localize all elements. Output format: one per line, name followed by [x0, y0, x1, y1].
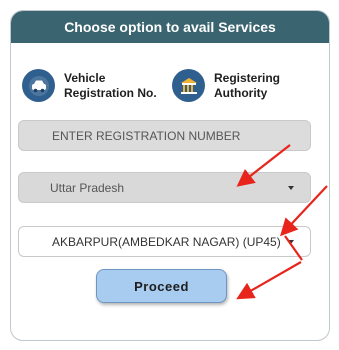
proceed-button-label: Proceed: [134, 278, 189, 294]
service-options: Vehicle Registration No. Registering Aut…: [11, 69, 329, 109]
proceed-button[interactable]: Proceed: [96, 269, 227, 303]
registration-number-input[interactable]: ENTER REGISTRATION NUMBER: [18, 120, 311, 151]
option-authority-line1: Registering: [214, 70, 281, 85]
rto-select[interactable]: AKBARPUR(AMBEDKAR NAGAR) (UP45): [18, 226, 311, 257]
option-authority-line2: Authority: [214, 85, 268, 100]
option-vehicle-registration[interactable]: Vehicle Registration No.: [22, 69, 157, 102]
card-title: Choose option to avail Services: [64, 19, 276, 35]
car-icon: [22, 69, 55, 102]
registration-number-placeholder: ENTER REGISTRATION NUMBER: [52, 128, 241, 143]
chevron-down-icon: [288, 240, 294, 244]
option-vehicle-line2: Registration No.: [64, 85, 157, 100]
rto-select-value: AKBARPUR(AMBEDKAR NAGAR) (UP45): [52, 234, 281, 249]
option-vehicle-line1: Vehicle: [64, 70, 106, 85]
option-registering-authority[interactable]: Registering Authority: [172, 69, 280, 102]
building-icon: [172, 69, 205, 102]
chevron-down-icon: [288, 186, 294, 190]
state-select-value: Uttar Pradesh: [50, 180, 125, 195]
option-vehicle-label: Vehicle Registration No.: [64, 71, 157, 101]
card-header: Choose option to avail Services: [11, 11, 329, 43]
option-authority-label: Registering Authority: [214, 71, 280, 101]
state-select[interactable]: Uttar Pradesh: [18, 172, 311, 203]
